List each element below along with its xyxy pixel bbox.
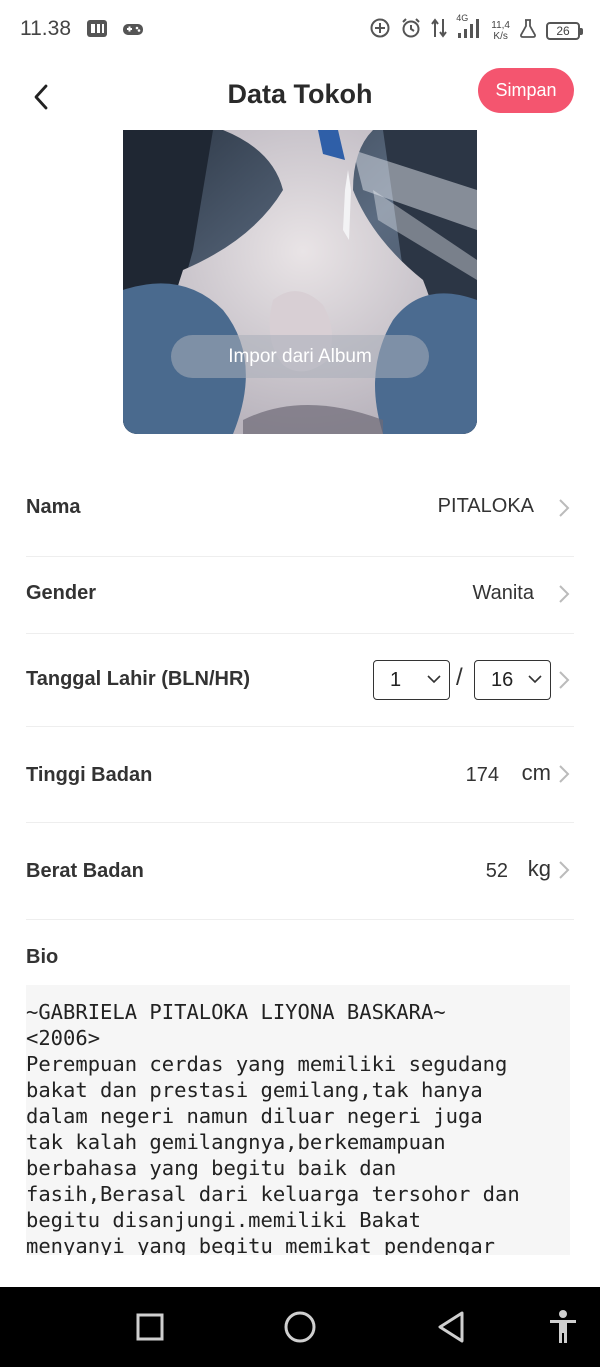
chevron-right-icon (559, 861, 570, 879)
network-type: 4G (456, 13, 469, 23)
chevron-down-icon (427, 675, 441, 684)
alarm-icon (400, 17, 422, 44)
import-from-album-button[interactable]: Impor dari Album (171, 335, 429, 378)
height-row[interactable]: Tinggi Badan 174 cm (26, 746, 574, 802)
gender-label: Gender (26, 582, 97, 604)
bio-textarea[interactable]: ~GABRIELA PITALOKA LIYONA BASKARA~ <2006… (26, 985, 570, 1255)
chevron-right-icon (559, 499, 570, 517)
date-separator: / (456, 664, 463, 691)
status-notification-icons (86, 18, 144, 45)
status-system-icons: 4G 11,4 K/s 26 (369, 13, 583, 45)
birthdate-row: Tanggal Lahir (BLN/HR) 1 / 16 (26, 652, 574, 708)
avatar-illustration (123, 130, 477, 434)
status-bar: 11.38 4G 11,4 K/s 26 (0, 0, 600, 62)
network-speed-value: 11,4 (491, 19, 510, 31)
chevron-right-icon (559, 765, 570, 783)
home-button[interactable] (283, 1310, 317, 1349)
character-avatar-image[interactable]: Impor dari Album (123, 130, 477, 434)
weight-row[interactable]: Berat Badan 52 kg (26, 842, 574, 898)
divider (26, 633, 574, 634)
weight-label: Berat Badan (26, 860, 144, 882)
birth-day-value: 16 (491, 668, 514, 691)
height-unit: cm (521, 760, 551, 785)
signal-icon: 4G (456, 13, 482, 45)
name-label: Nama (26, 496, 81, 518)
birth-month-value: 1 (390, 668, 402, 691)
network-speed-unit: K/s (493, 30, 508, 42)
height-label: Tinggi Badan (26, 764, 153, 786)
divider (26, 822, 574, 823)
height-value: 174 (465, 764, 499, 786)
chevron-down-icon (528, 675, 542, 684)
divider (26, 919, 574, 920)
birth-month-select[interactable]: 1 (373, 660, 450, 700)
flask-icon (519, 18, 537, 43)
battery-icon: 26 (546, 21, 583, 40)
network-speed: 11,4 K/s (491, 20, 510, 42)
chevron-right-icon (559, 585, 570, 603)
system-nav-bar (0, 1287, 600, 1367)
app-notification-icon (86, 18, 108, 45)
gamepad-icon (122, 18, 144, 45)
data-saver-icon (369, 17, 391, 44)
accessibility-icon (550, 1310, 576, 1343)
divider (26, 726, 574, 727)
header: Data Tokoh Simpan (0, 62, 600, 130)
square-icon (136, 1313, 164, 1341)
chevron-right-icon (559, 671, 570, 689)
circle-icon (284, 1311, 316, 1343)
gender-value: Wanita (472, 582, 534, 604)
save-button[interactable]: Simpan (478, 68, 574, 113)
birthdate-label: Tanggal Lahir (BLN/HR) (26, 668, 251, 690)
divider (26, 556, 574, 557)
weight-unit: kg (527, 856, 551, 881)
birth-day-select[interactable]: 16 (474, 660, 551, 700)
accessibility-button[interactable] (548, 1309, 578, 1350)
recent-apps-button[interactable] (136, 1313, 164, 1346)
triangle-back-icon (438, 1311, 464, 1343)
status-time: 11.38 (20, 17, 71, 40)
name-value: PITALOKA (437, 495, 534, 517)
data-transfer-icon (431, 17, 448, 44)
weight-value: 52 (485, 860, 508, 882)
name-row[interactable]: Nama PITALOKA (26, 480, 574, 536)
gender-row[interactable]: Gender Wanita (26, 566, 574, 622)
bio-label: Bio (26, 946, 59, 968)
back-nav-button[interactable] (436, 1310, 466, 1349)
